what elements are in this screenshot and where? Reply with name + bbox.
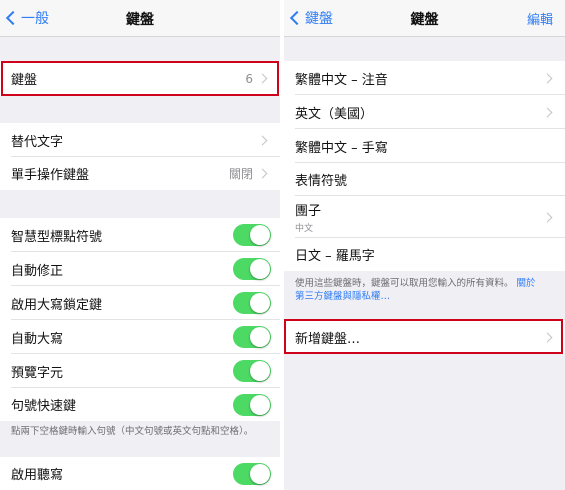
dictation-toggle[interactable]	[233, 462, 271, 485]
one-handed-keyboard-label: 單手操作鍵盤	[11, 168, 90, 183]
about-link[interactable]: 關於	[517, 278, 536, 289]
add-keyboard-row[interactable]: 新增鍵盤…	[284, 320, 565, 354]
add-keyboard-label: 新增鍵盤…	[295, 331, 361, 347]
character-preview-row: 預覽字元	[0, 354, 280, 388]
keyboards-row[interactable]: 鍵盤 6	[0, 61, 280, 96]
chevron-right-icon	[542, 107, 553, 117]
keyboard-subtitle: 中文	[295, 224, 314, 234]
dictation-row: 啟用聽寫	[0, 457, 280, 490]
privacy-footnote: 使用這些鍵盤時，鍵盤可以取用您輸入的所有資料。 關於 第三方鍵盤與隱私權…	[295, 277, 557, 303]
keyboard-item-emoji[interactable]: 表情符號	[284, 163, 565, 196]
toggle-label: 智慧型標點符號	[11, 229, 103, 245]
keyboard-label: 英文（美國）	[295, 106, 374, 122]
keyboards-label: 鍵盤	[11, 73, 38, 88]
chevron-right-icon	[257, 73, 268, 84]
keyboard-label: 表情符號	[295, 174, 348, 189]
chevron-right-icon	[542, 332, 553, 342]
chevron-right-icon	[542, 212, 553, 222]
keyboard-item-japanese-romaji[interactable]: 日文 – 羅馬字	[284, 238, 565, 271]
toggle-knob	[250, 225, 270, 245]
keyboard-label: 日文 – 羅馬字	[295, 249, 375, 264]
nav-bar: 鍵盤 鍵盤 編輯	[284, 0, 565, 37]
privacy-footnote-text: 使用這些鍵盤時，鍵盤可以取用您輸入的所有資料。	[295, 278, 514, 289]
toggle-knob	[250, 361, 270, 381]
keyboard-item-zhuyin[interactable]: 繁體中文 – 注音	[284, 61, 565, 95]
page-title: 鍵盤	[126, 12, 154, 28]
one-handed-keyboard-row[interactable]: 單手操作鍵盤 關閉	[0, 157, 280, 190]
toggle-label: 句號快速鍵	[11, 399, 77, 414]
period-shortcut-footnote: 點兩下空格鍵時輸入句號（中文句號或英文句點和空格）。	[11, 426, 254, 437]
caps-lock-row: 啟用大寫鎖定鍵	[0, 286, 280, 320]
third-party-privacy-link[interactable]: 第三方鍵盤與隱私權…	[295, 291, 390, 302]
auto-correction-row: 自動修正	[0, 252, 280, 286]
smart-punctuation-toggle[interactable]	[233, 224, 271, 246]
period-shortcut-toggle[interactable]	[233, 393, 271, 416]
text-replacement-row[interactable]: 替代文字	[0, 123, 280, 157]
period-shortcut-row: 句號快速鍵	[0, 388, 280, 421]
toggle-knob	[250, 259, 270, 279]
keyboard-item-english-us[interactable]: 英文（美國）	[284, 95, 565, 129]
nav-bar: 一般 鍵盤	[0, 0, 280, 37]
toggle-knob	[250, 463, 270, 484]
keyboard-label: 繁體中文 – 手寫	[295, 140, 388, 156]
text-replacement-label: 替代文字	[11, 134, 64, 150]
toggle-knob	[250, 394, 270, 415]
character-preview-toggle[interactable]	[233, 360, 271, 382]
toggle-label: 自動大寫	[11, 331, 64, 347]
auto-correction-toggle[interactable]	[233, 258, 271, 280]
chevron-right-icon	[257, 135, 268, 145]
keyboard-label: 團子	[295, 204, 322, 219]
screen: 一般 鍵盤 鍵盤 6 替代文字 單手操作鍵盤 關閉 智慧型標點符號 自動修正 啟…	[0, 0, 565, 490]
keyboard-label-group: 團子 中文	[295, 200, 544, 234]
keyboard-item-handwriting[interactable]: 繁體中文 – 手寫	[284, 129, 565, 163]
edit-button[interactable]: 編輯	[527, 9, 553, 28]
page-title: 鍵盤	[410, 12, 439, 28]
toggle-knob	[250, 293, 270, 313]
keyboards-count: 6	[245, 71, 253, 86]
toggle-label: 啟用大寫鎖定鍵	[11, 297, 103, 313]
auto-capitalization-row: 自動大寫	[0, 320, 280, 354]
chevron-right-icon	[257, 168, 268, 179]
one-handed-keyboard-value: 關閉	[228, 167, 253, 181]
toggle-label: 預覽字元	[11, 365, 64, 381]
keyboard-label: 繁體中文 – 注音	[295, 72, 388, 88]
toggle-knob	[250, 327, 270, 347]
smart-punctuation-row: 智慧型標點符號	[0, 218, 280, 252]
toggle-label: 啟用聽寫	[11, 468, 64, 483]
chevron-right-icon	[542, 73, 553, 83]
keyboard-settings-panel: 一般 鍵盤 鍵盤 6 替代文字 單手操作鍵盤 關閉 智慧型標點符號 自動修正 啟…	[0, 0, 280, 490]
keyboard-item-tuanzi[interactable]: 團子 中文	[284, 196, 565, 238]
toggle-label: 自動修正	[11, 263, 64, 279]
keyboards-list-panel: 鍵盤 鍵盤 編輯 繁體中文 – 注音 英文（美國） 繁體中文 – 手寫 表情符號…	[284, 0, 565, 490]
caps-lock-toggle[interactable]	[233, 292, 271, 314]
auto-capitalization-toggle[interactable]	[233, 326, 271, 348]
